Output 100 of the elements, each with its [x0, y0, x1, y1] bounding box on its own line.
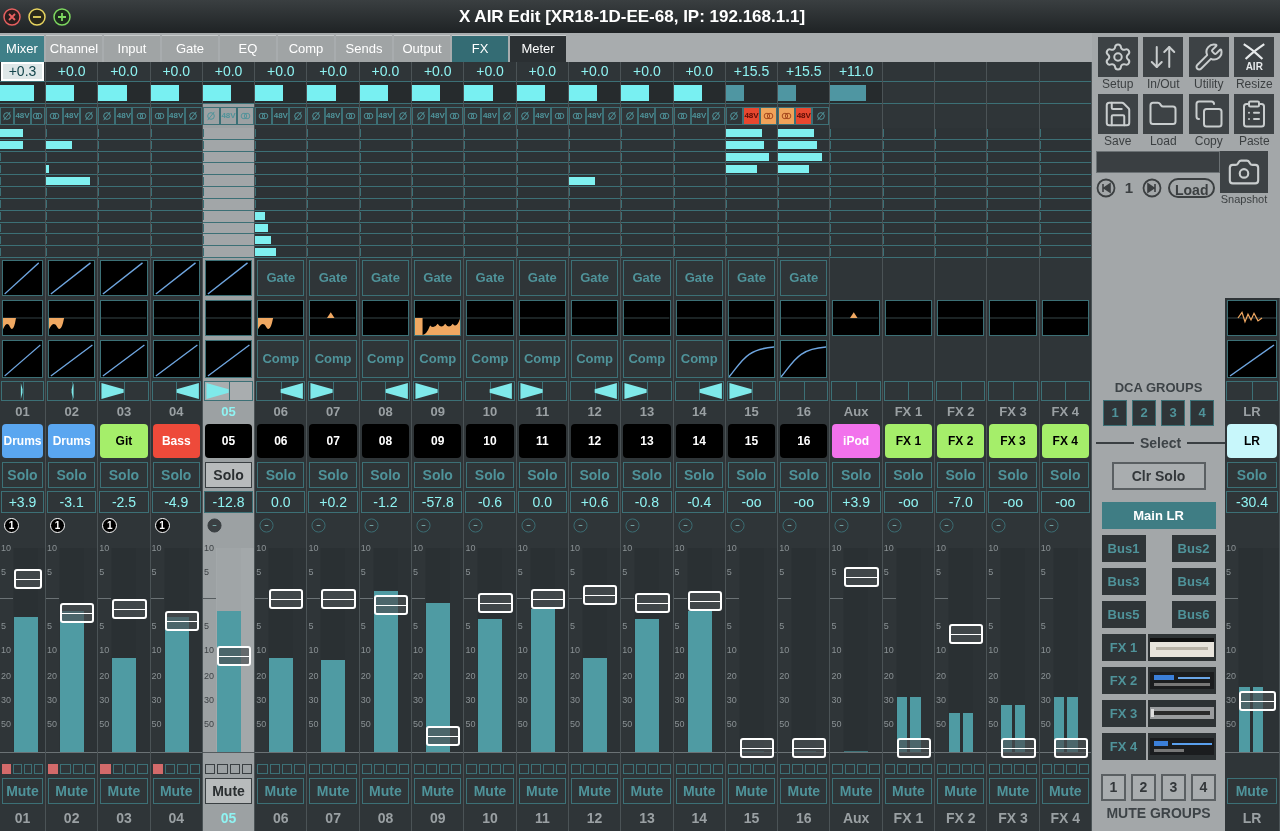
link-button[interactable]	[778, 107, 796, 125]
toolbar-button[interactable]: Setup	[1096, 37, 1140, 92]
phase-invert-button[interactable]	[498, 107, 516, 125]
mute-button[interactable]: Mute	[675, 778, 723, 804]
fader-knob[interactable]	[1053, 737, 1088, 758]
phantom-power-button[interactable]: 48V	[429, 107, 447, 125]
channel-name-button[interactable]: 09	[414, 424, 462, 458]
fader-value[interactable]: -7.0	[936, 491, 986, 513]
toolbar-button[interactable]: Paste	[1232, 94, 1276, 149]
pan-indicator[interactable]	[385, 382, 408, 400]
phantom-power-button[interactable]: 48V	[272, 107, 290, 125]
pan-indicator[interactable]	[176, 382, 199, 400]
gain-value[interactable]: +0.3	[1, 62, 44, 81]
phase-invert-button[interactable]	[98, 107, 116, 125]
channel-name-button[interactable]: FX 4	[1041, 424, 1089, 458]
link-button[interactable]	[550, 107, 568, 125]
phase-invert-button[interactable]	[393, 107, 412, 125]
solo-button[interactable]: Solo	[1041, 462, 1089, 488]
comp-button[interactable]: Comp	[570, 340, 619, 378]
toolbar-button[interactable]: Copy	[1187, 94, 1231, 149]
dca-assign-icon[interactable]	[206, 517, 222, 533]
fader-knob[interactable]	[216, 646, 252, 667]
fader-knob[interactable]	[60, 603, 95, 624]
tab[interactable]: EQ	[220, 35, 276, 62]
fader-value[interactable]: -2.5	[99, 491, 149, 513]
dca-assign-icon[interactable]	[677, 517, 693, 533]
link-button[interactable]	[464, 107, 482, 125]
bus-button[interactable]: Bus4	[1171, 568, 1216, 595]
fader-knob[interactable]	[635, 593, 670, 614]
toolbar-button[interactable]: In/Out	[1141, 37, 1185, 92]
fader-value[interactable]: -oo	[988, 491, 1038, 513]
gate-graph[interactable]	[100, 260, 148, 296]
bus-button[interactable]: Bus1	[1101, 535, 1146, 562]
dca-assign-icon[interactable]	[782, 517, 798, 533]
channel-name-button[interactable]: 14	[675, 424, 723, 458]
minimize-icon[interactable]	[28, 7, 46, 26]
fader-value[interactable]: -0.8	[622, 491, 672, 513]
solo-button[interactable]: Solo	[152, 462, 200, 488]
dca-assign-icon[interactable]	[729, 517, 745, 533]
solo-button[interactable]: Solo	[570, 462, 619, 488]
gain-value[interactable]: +0.0	[413, 62, 463, 81]
mute-button[interactable]: Mute	[727, 778, 776, 804]
gain-value[interactable]: +15.5	[779, 62, 829, 81]
solo-button[interactable]: Solo	[466, 462, 514, 488]
fader-value[interactable]: -30.4	[1226, 491, 1278, 513]
channel-name-button[interactable]: LR	[1227, 424, 1277, 458]
mute-button[interactable]: Mute	[518, 778, 566, 804]
dca-assign-icon[interactable]	[363, 517, 379, 533]
channel-name-button[interactable]: FX 3	[989, 424, 1037, 458]
eq-graph[interactable]	[1227, 300, 1277, 336]
mute-group-button[interactable]: 3	[1161, 774, 1186, 801]
gain-value[interactable]: +15.5	[726, 62, 777, 81]
fader-value[interactable]: -oo	[779, 491, 829, 513]
phase-invert-button[interactable]	[603, 107, 621, 125]
dca-assign-icon[interactable]	[520, 517, 536, 533]
phantom-power-button[interactable]: 48V	[795, 107, 813, 125]
channel-name-button[interactable]: Bass	[152, 424, 200, 458]
solo-button[interactable]: Solo	[780, 462, 828, 488]
solo-button[interactable]: Solo	[2, 462, 43, 488]
solo-button[interactable]: Solo	[623, 462, 671, 488]
pan-indicator[interactable]	[729, 382, 752, 400]
fader-knob[interactable]	[530, 589, 565, 609]
mute-button[interactable]: Mute	[1041, 778, 1089, 804]
pan-indicator[interactable]	[310, 382, 334, 400]
clear-solo-button[interactable]: Clr Solo	[1111, 462, 1206, 490]
dca-assign-icon[interactable]	[259, 517, 275, 533]
mute-button[interactable]: Mute	[204, 778, 253, 804]
tab[interactable]: Gate	[162, 35, 218, 62]
pan-indicator[interactable]	[594, 382, 617, 400]
fader-value[interactable]: 0.0	[256, 491, 306, 513]
solo-button[interactable]: Solo	[675, 462, 723, 488]
phase-invert-button[interactable]	[184, 107, 202, 125]
fader-value[interactable]: -0.4	[674, 491, 724, 513]
phantom-power-button[interactable]: 48V	[63, 107, 81, 125]
compressor-graph[interactable]	[727, 340, 776, 378]
eq-graph[interactable]	[204, 300, 253, 336]
mute-button[interactable]: Mute	[937, 778, 985, 804]
phase-invert-button[interactable]	[412, 107, 430, 125]
fader-value[interactable]: +0.2	[308, 491, 358, 513]
gate-button[interactable]: Gate	[570, 260, 619, 296]
fader-knob[interactable]	[582, 584, 618, 605]
mute-button[interactable]: Mute	[832, 778, 880, 804]
dca-assign-icon[interactable]	[625, 517, 641, 533]
link-button[interactable]	[760, 107, 778, 125]
comp-button[interactable]: Comp	[309, 340, 357, 378]
phantom-power-button[interactable]: 48V	[324, 107, 342, 125]
phantom-power-button[interactable]: 48V	[115, 107, 133, 125]
comp-button[interactable]: Comp	[414, 340, 462, 378]
phase-invert-button[interactable]	[0, 107, 15, 125]
comp-button[interactable]: Comp	[466, 340, 514, 378]
phase-invert-button[interactable]	[80, 107, 98, 125]
bus-button[interactable]: Bus5	[1101, 601, 1146, 628]
dca-assign-icon[interactable]	[834, 517, 850, 533]
mute-button[interactable]: Mute	[48, 778, 96, 804]
compressor-graph[interactable]	[2, 340, 43, 378]
dca-badge[interactable]: 1	[4, 517, 19, 533]
toolbar-button[interactable]: Save	[1096, 94, 1140, 149]
solo-button[interactable]: Solo	[361, 462, 410, 488]
dca-group-button[interactable]: 2	[1132, 400, 1156, 426]
solo-button[interactable]: Solo	[518, 462, 566, 488]
